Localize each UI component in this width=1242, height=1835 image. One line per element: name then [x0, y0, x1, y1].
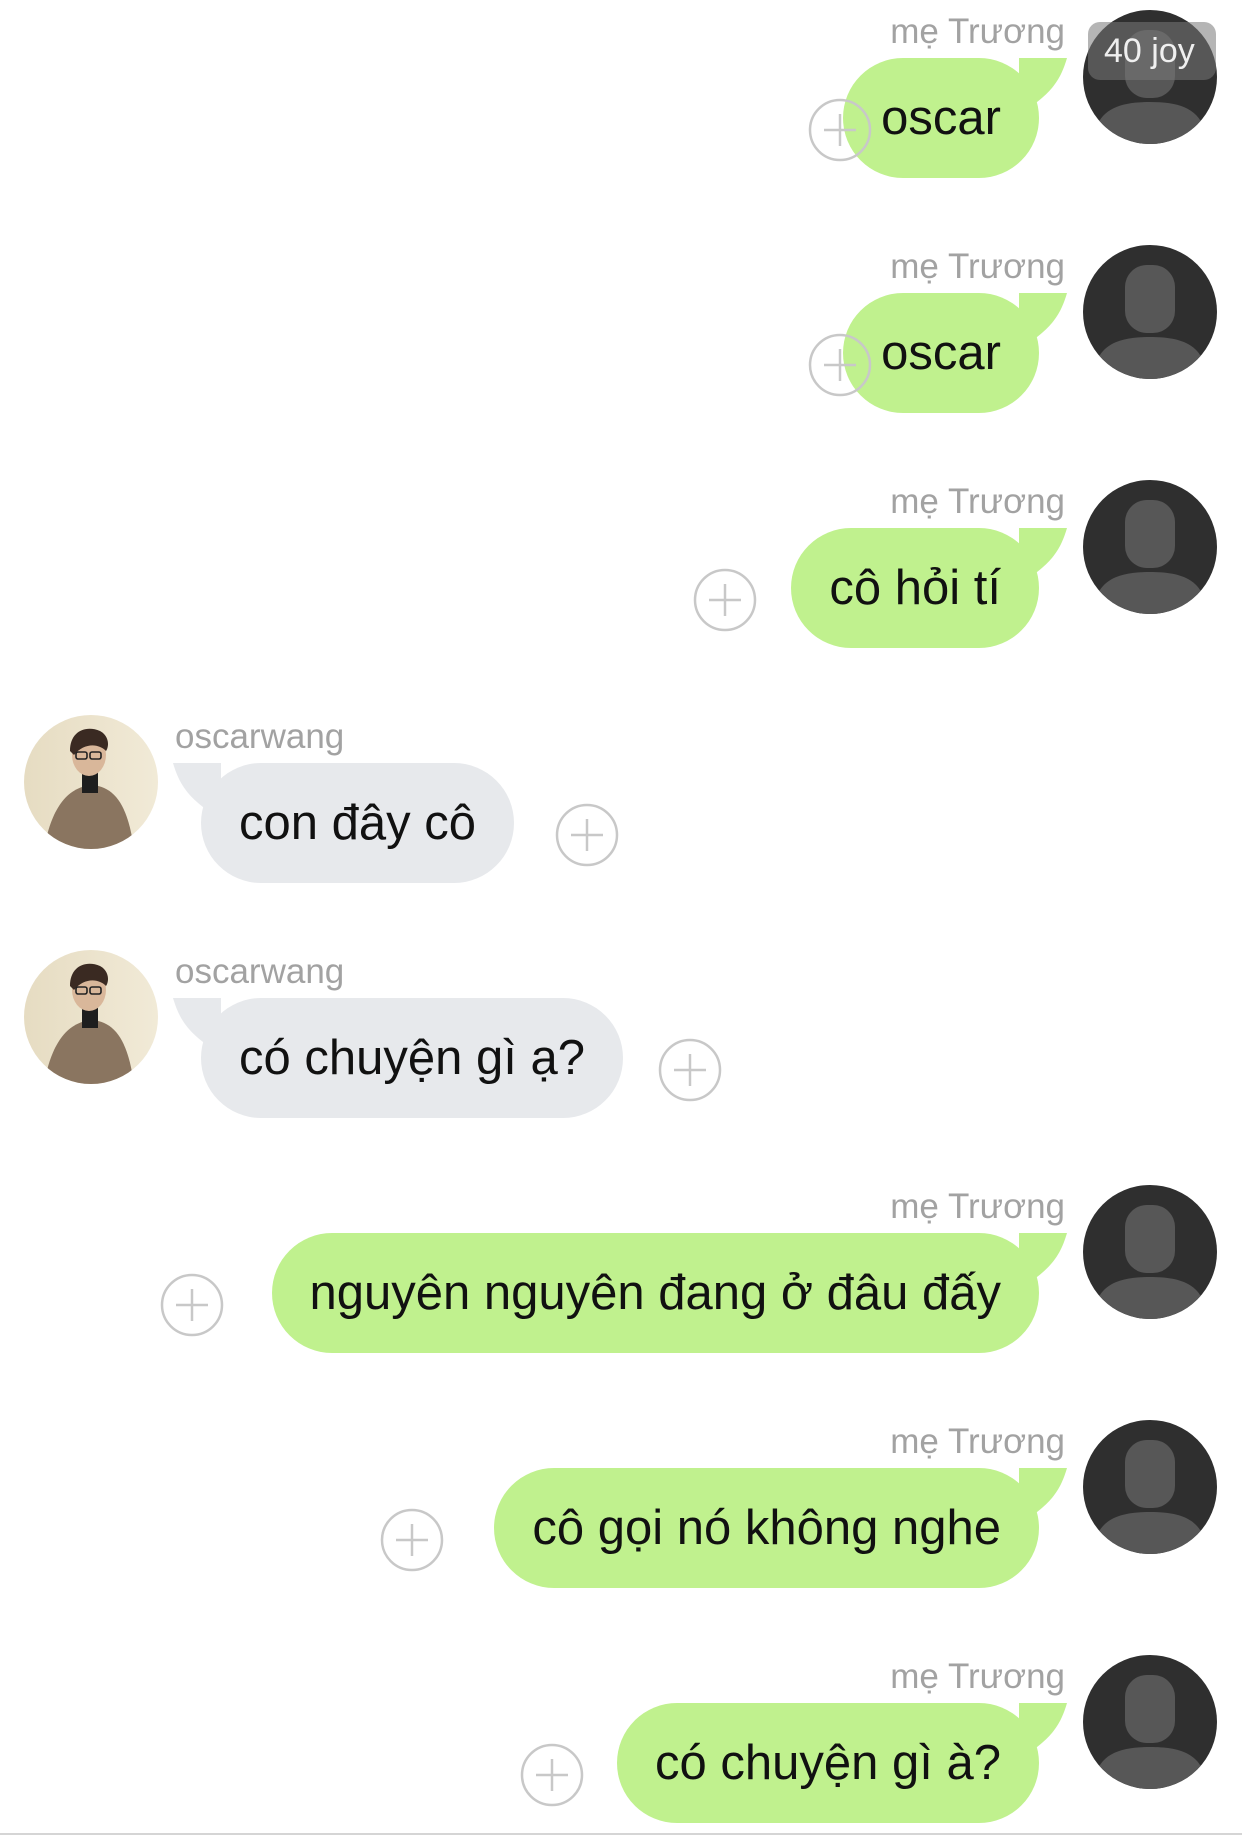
plus-circle-icon[interactable] [380, 1508, 444, 1572]
person-silhouette-icon[interactable] [1083, 245, 1217, 379]
message-row: mẹ Trương cô gọi nó không nghe [0, 1410, 1242, 1588]
message-row: oscarwang có chuyện gì ạ? [0, 940, 1242, 1118]
plus-circle-icon[interactable] [160, 1273, 224, 1337]
message-bubble[interactable]: cô gọi nó không nghe [494, 1468, 1039, 1588]
plus-circle-icon[interactable] [658, 1038, 722, 1102]
chat-thread: mẹ Trương oscar mẹ Trương oscar mẹ Trươn… [0, 0, 1242, 1835]
message-bubble[interactable]: oscar [843, 58, 1039, 178]
person-silhouette-icon[interactable] [1083, 1185, 1217, 1319]
sender-name: oscarwang [175, 717, 345, 756]
plus-circle-icon[interactable] [555, 803, 619, 867]
user-photo-avatar[interactable] [24, 715, 158, 849]
person-silhouette-icon[interactable] [1083, 480, 1217, 614]
plus-circle-icon[interactable] [808, 98, 872, 162]
sender-name: mẹ Trương [890, 482, 1065, 521]
sender-name: mẹ Trương [890, 1187, 1065, 1226]
user-photo-avatar[interactable] [24, 950, 158, 1084]
message-bubble[interactable]: nguyên nguyên đang ở đâu đấy [271, 1233, 1039, 1353]
sender-name: mẹ Trương [890, 12, 1065, 51]
message-row: mẹ Trương nguyên nguyên đang ở đâu đấy [0, 1175, 1242, 1353]
person-silhouette-icon[interactable] [1083, 1655, 1217, 1789]
message-row: mẹ Trương cô hỏi tí [0, 470, 1242, 648]
message-bubble[interactable]: oscar [843, 293, 1039, 413]
message-bubble[interactable]: có chuyện gì à? [617, 1703, 1039, 1823]
person-silhouette-icon[interactable] [1083, 1420, 1217, 1554]
sender-name: mẹ Trương [890, 247, 1065, 286]
sender-name: mẹ Trương [890, 1657, 1065, 1696]
sender-name: mẹ Trương [890, 1422, 1065, 1461]
message-row: mẹ Trương có chuyện gì à? [0, 1645, 1242, 1823]
message-row: mẹ Trương oscar [0, 235, 1242, 413]
message-row: oscarwang con đây cô [0, 705, 1242, 883]
plus-circle-icon[interactable] [520, 1743, 584, 1807]
message-bubble[interactable]: có chuyện gì ạ? [201, 998, 623, 1118]
sender-name: oscarwang [175, 952, 345, 991]
plus-circle-icon[interactable] [693, 568, 757, 632]
plus-circle-icon[interactable] [808, 333, 872, 397]
message-row: mẹ Trương oscar [0, 0, 1242, 178]
message-bubble[interactable]: con đây cô [201, 763, 514, 883]
overlay-badge: 40 joy [1088, 22, 1216, 80]
message-bubble[interactable]: cô hỏi tí [791, 528, 1039, 648]
